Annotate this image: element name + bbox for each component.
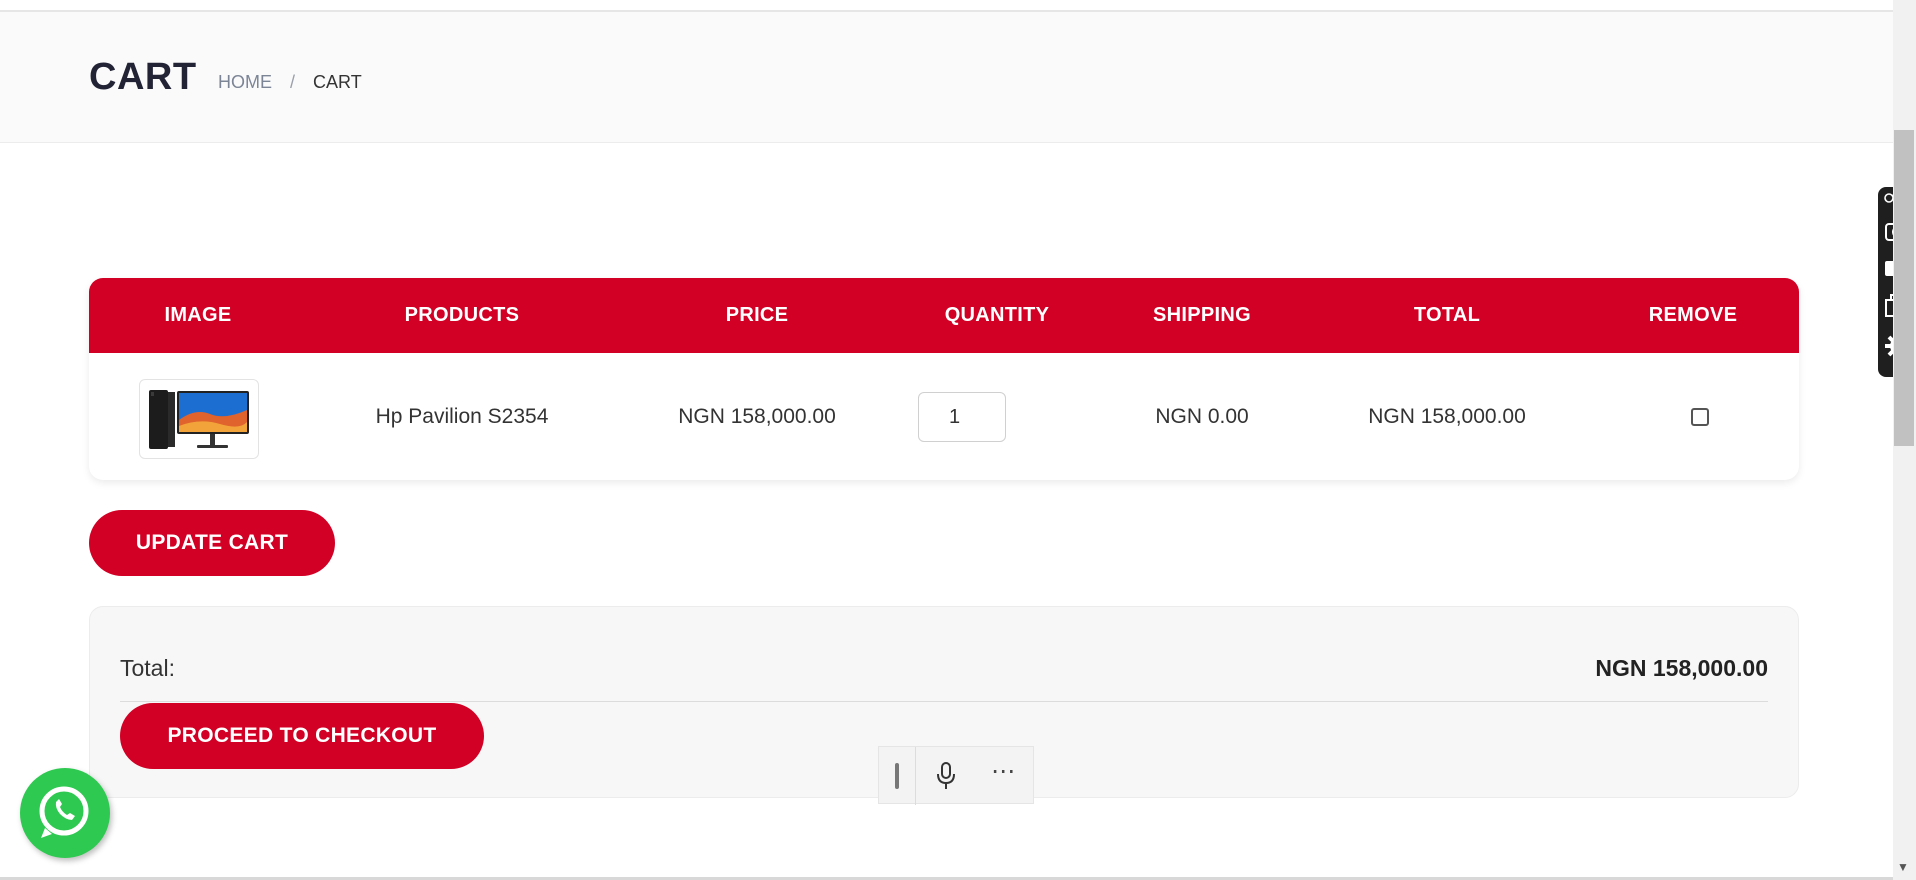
desktop-and-monitor-icon (149, 390, 249, 449)
scrollbar-thumb[interactable] (1894, 130, 1914, 446)
header-price: PRICE (725, 304, 789, 326)
page-header: CART HOME / CART (0, 12, 1893, 143)
header-shipping: SHIPPING (1153, 304, 1251, 326)
header-remove: REMOVE (1648, 304, 1738, 326)
product-image[interactable] (139, 379, 259, 459)
product-price: NGN 158,000.00 (678, 405, 836, 428)
toolbar-divider (915, 747, 916, 805)
breadcrumb-home-link[interactable]: HOME (218, 72, 272, 92)
row-total: NGN 158,000.00 (1368, 405, 1526, 428)
scroll-down-arrow-icon[interactable]: ▼ (1897, 860, 1909, 874)
header-image: IMAGE (164, 304, 232, 326)
update-cart-button[interactable]: UPDATE CART (89, 510, 335, 576)
quantity-input[interactable] (918, 392, 1006, 442)
breadcrumb-current: CART (313, 72, 362, 92)
totals-divider (120, 701, 1768, 702)
product-name[interactable]: Hp Pavilion S2354 (307, 353, 617, 480)
whatsapp-icon (39, 786, 89, 838)
shipping-cost: NGN 0.00 (1155, 405, 1249, 428)
drag-handle[interactable] (895, 763, 899, 789)
header-quantity: QUANTITY (944, 304, 1050, 326)
more-icon[interactable]: ⋯ (991, 757, 1016, 786)
cart-table-header: IMAGE PRODUCTS PRICE QUANTITY SHIPPING T… (89, 278, 1799, 353)
top-border (0, 0, 1893, 12)
mic-icon[interactable] (935, 761, 957, 791)
total-value: NGN 158,000.00 (1595, 655, 1768, 681)
whatsapp-button[interactable] (20, 768, 110, 858)
header-total: TOTAL (1413, 304, 1481, 326)
total-label: Total: (120, 655, 175, 681)
proceed-to-checkout-button[interactable]: PROCEED TO CHECKOUT (120, 703, 484, 769)
breadcrumb: HOME / CART (218, 72, 362, 93)
breadcrumb-separator: / (290, 72, 296, 92)
header-products: PRODUCTS (404, 304, 520, 326)
page-title: CART (89, 56, 197, 98)
floating-voice-toolbar: ⋯ (878, 746, 1034, 805)
cart-table: IMAGE PRODUCTS PRICE QUANTITY SHIPPING T… (89, 278, 1799, 480)
remove-checkbox[interactable] (1691, 408, 1709, 426)
